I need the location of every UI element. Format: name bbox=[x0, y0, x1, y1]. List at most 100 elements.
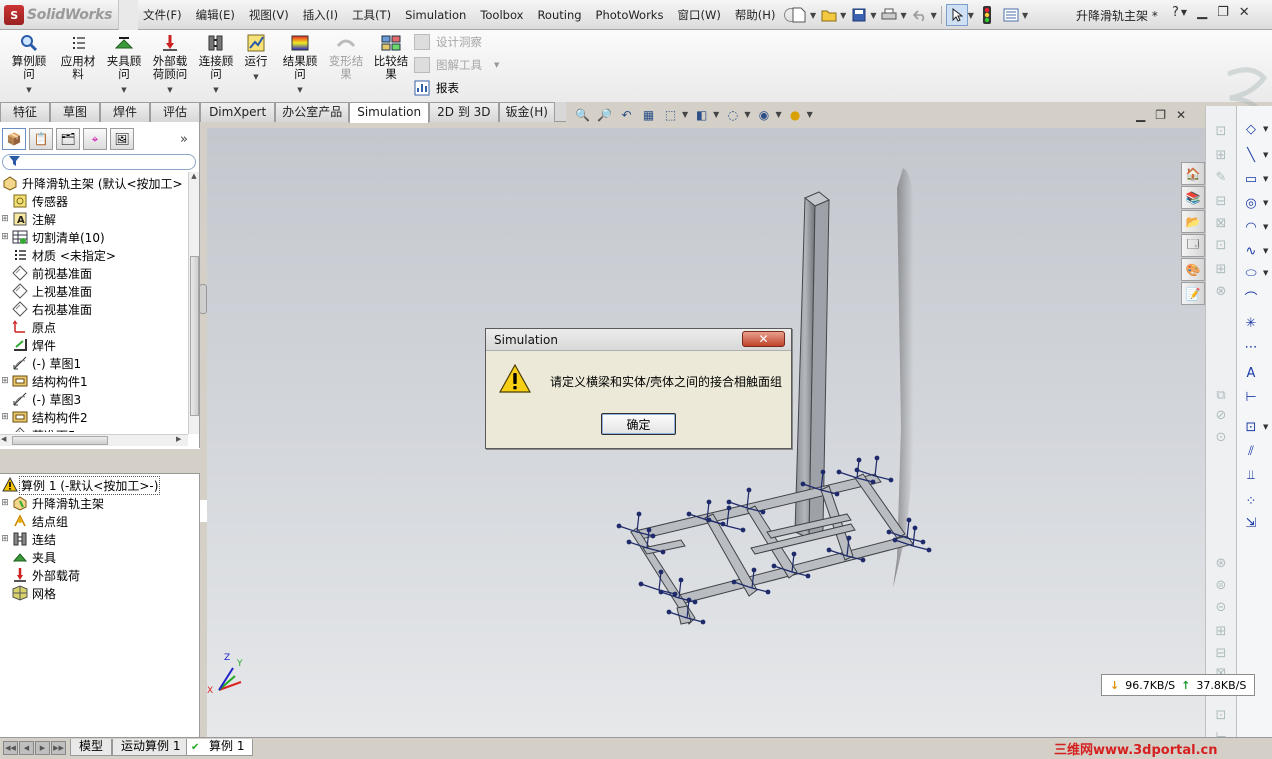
expand-toggle-icon[interactable] bbox=[0, 246, 10, 264]
restore-icon[interactable]: ❐ bbox=[1217, 5, 1229, 20]
study-root[interactable]: 算例 1 (-默认<按加工>-) bbox=[0, 475, 161, 495]
propertymanager-tab-icon[interactable]: 📋 bbox=[29, 128, 53, 150]
expand-toggle-icon[interactable] bbox=[0, 390, 10, 408]
hide-show-dropdown-icon[interactable]: ▼ bbox=[744, 110, 750, 119]
offset-icon[interactable]: ⫽ bbox=[1241, 442, 1261, 460]
feature-tree-item[interactable]: 草准面5 bbox=[0, 426, 76, 432]
secondary-tool-icon[interactable]: ⊝ bbox=[1211, 598, 1231, 616]
feature-tree-item[interactable]: (-) 草图3 bbox=[0, 390, 81, 408]
secondary-tool-icon[interactable]: ⊙ bbox=[1211, 428, 1231, 446]
vertical-scrollbar[interactable]: ▲ bbox=[188, 172, 199, 434]
close-window-icon[interactable]: ✕ bbox=[1239, 5, 1250, 20]
expand-toggle-icon[interactable]: ⊞ bbox=[0, 494, 10, 512]
next-tab-icon[interactable]: ▶ bbox=[35, 741, 50, 755]
view-orientation-icon[interactable]: ⬚ bbox=[662, 106, 679, 123]
scroll-left-icon[interactable]: ◀ bbox=[1, 435, 6, 443]
appearances-scenes-icon[interactable]: 🎨 bbox=[1181, 258, 1205, 281]
last-tab-icon[interactable]: ▶▶ bbox=[51, 741, 66, 755]
feature-tree-item[interactable]: 焊件 bbox=[0, 336, 56, 354]
study-tree-item[interactable]: ⊞ 连结 bbox=[0, 530, 56, 548]
dropdown-arrow-icon[interactable]: ▼ bbox=[26, 84, 31, 97]
custom-properties-icon[interactable]: 📝 bbox=[1181, 282, 1205, 305]
menu-insert[interactable]: 插入(I) bbox=[296, 7, 345, 23]
secondary-tool-icon[interactable]: ⊟ bbox=[1211, 644, 1231, 662]
dropdown-arrow-icon[interactable]: ▼ bbox=[1263, 423, 1268, 431]
expand-toggle-icon[interactable] bbox=[0, 512, 10, 530]
dialog-title-bar[interactable]: Simulation ✕ bbox=[486, 329, 791, 351]
connections-advisor-button[interactable]: 连接顾问 ▼ bbox=[194, 34, 238, 97]
select-dropdown-icon[interactable]: ▼ bbox=[968, 11, 974, 20]
pane-collapse-handle[interactable] bbox=[199, 284, 207, 314]
tab-2d-to-3d[interactable]: 2D 到 3D bbox=[429, 102, 499, 122]
study-advisor-button[interactable]: 算例顾问 ▼ bbox=[6, 34, 52, 97]
scene-dropdown-icon[interactable]: ▼ bbox=[807, 110, 813, 119]
expand-toggle-icon[interactable] bbox=[0, 282, 10, 300]
tab-features[interactable]: 特征 bbox=[0, 102, 51, 122]
minimize-icon[interactable]: ▁ bbox=[1197, 5, 1207, 20]
mirror-icon[interactable]: ⫫ bbox=[1241, 466, 1261, 484]
prev-tab-icon[interactable]: ◀ bbox=[19, 741, 34, 755]
apply-scene-icon[interactable]: ● bbox=[787, 106, 804, 123]
ellipse-icon[interactable]: ⬭ ▼ bbox=[1241, 264, 1268, 282]
tab-simulation[interactable]: Simulation bbox=[349, 102, 430, 123]
pane-splitter[interactable] bbox=[0, 448, 200, 474]
previous-view-icon[interactable]: ↶ bbox=[618, 106, 635, 123]
appearance-dropdown-icon[interactable]: ▼ bbox=[775, 110, 781, 119]
expand-toggle-icon[interactable]: ⊞ bbox=[0, 530, 10, 548]
feature-tree-item[interactable]: ⊞ A 注解 bbox=[0, 210, 56, 228]
expand-toggle-icon[interactable] bbox=[0, 566, 10, 584]
plot-tools-button[interactable]: 图解工具 ▼ bbox=[414, 57, 499, 73]
line-icon[interactable]: ╲ ▼ bbox=[1241, 146, 1268, 164]
convert-icon[interactable]: ⊡ ▼ bbox=[1241, 418, 1269, 436]
dropdown-arrow-icon[interactable]: ▼ bbox=[297, 84, 302, 97]
first-tab-icon[interactable]: ◀◀ bbox=[3, 741, 18, 755]
feature-tree-item[interactable]: 原点 bbox=[0, 318, 56, 336]
section-view-icon[interactable]: ▦ bbox=[640, 106, 657, 123]
feature-tree-item[interactable]: ⊞ 结构构件1 bbox=[0, 372, 87, 390]
options-dropdown-icon[interactable]: ▼ bbox=[1022, 11, 1028, 20]
tab-sheet-metal[interactable]: 钣金(H) bbox=[498, 102, 555, 122]
dropdown-arrow-icon[interactable]: ▼ bbox=[1263, 175, 1268, 183]
tree-root-part[interactable]: 升降滑轨主架 (默认<按加工> bbox=[0, 174, 183, 192]
study-tree-item[interactable]: ⊞ 升降滑轨主架 bbox=[0, 494, 104, 512]
new-document-icon[interactable] bbox=[788, 4, 810, 26]
dropdown-arrow-icon[interactable]: ▼ bbox=[213, 84, 218, 97]
secondary-tool-icon[interactable]: ⊠ bbox=[1211, 214, 1231, 232]
study-tree-item[interactable]: 夹具 bbox=[0, 548, 56, 566]
file-explorer-icon[interactable]: 📂 bbox=[1181, 210, 1205, 233]
dialog-close-button[interactable]: ✕ bbox=[742, 331, 785, 347]
hide-show-items-icon[interactable]: ◌ bbox=[724, 106, 741, 123]
study-tree-item[interactable]: 网格 bbox=[0, 584, 56, 602]
rebuild-traffic-light-icon[interactable] bbox=[976, 4, 998, 26]
expand-toggle-icon[interactable] bbox=[0, 336, 10, 354]
display-style-icon[interactable]: ◧ bbox=[693, 106, 710, 123]
expand-toggle-icon[interactable] bbox=[0, 300, 10, 318]
design-library-icon[interactable]: 📚 bbox=[1181, 186, 1205, 209]
tab-motion-study-1[interactable]: 运动算例 1 bbox=[112, 739, 190, 756]
tab-sketch[interactable]: 草图 bbox=[50, 102, 101, 122]
secondary-tool-icon[interactable]: ⊘ bbox=[1211, 406, 1231, 424]
dropdown-arrow-icon[interactable]: ▼ bbox=[253, 71, 258, 84]
secondary-tool-icon[interactable]: ⊛ bbox=[1211, 554, 1231, 572]
dropdown-arrow-icon[interactable]: ▼ bbox=[1263, 125, 1268, 133]
secondary-tool-icon[interactable]: ⊞ bbox=[1211, 622, 1231, 640]
print-icon[interactable] bbox=[878, 4, 900, 26]
open-folder-icon[interactable] bbox=[818, 4, 840, 26]
print-dropdown-icon[interactable]: ▼ bbox=[900, 11, 906, 20]
design-insight-button[interactable]: 设计洞察 bbox=[414, 34, 482, 50]
tab-study-1[interactable]: ✔ 算例 1 bbox=[186, 739, 254, 756]
logo-flyout-arrow[interactable] bbox=[118, 0, 138, 30]
zoom-to-fit-icon[interactable]: 🔍 bbox=[574, 106, 591, 123]
zoom-to-area-icon[interactable]: 🔎 bbox=[596, 106, 613, 123]
expand-toggle-icon[interactable] bbox=[0, 548, 10, 566]
menu-routing[interactable]: Routing bbox=[530, 8, 588, 22]
centerline-icon[interactable]: ⋯ bbox=[1241, 338, 1261, 356]
smart-dimension-icon[interactable]: ◇ ▼ bbox=[1241, 120, 1268, 138]
save-dropdown-icon[interactable]: ▼ bbox=[870, 11, 876, 20]
feature-tree-item[interactable]: 上视基准面 bbox=[0, 282, 92, 300]
feature-tree-item[interactable]: ⊞ 切割清单(10) bbox=[0, 228, 105, 246]
ok-button[interactable]: 确定 bbox=[601, 413, 676, 435]
menu-toolbox[interactable]: Toolbox bbox=[473, 8, 530, 22]
scroll-right-icon[interactable]: ▶ bbox=[176, 435, 181, 443]
feature-tree-item[interactable]: (-) 草图1 bbox=[0, 354, 81, 372]
